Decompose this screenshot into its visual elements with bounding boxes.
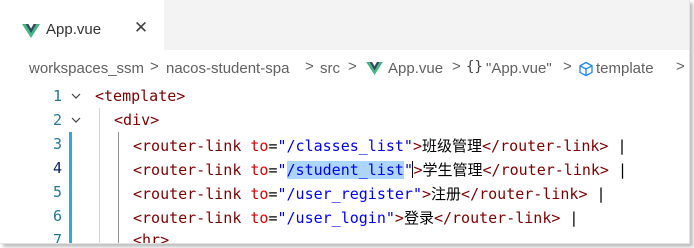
tag-bracket: < [133,209,143,227]
tag-bracket: > [412,137,422,155]
code-content: <router-link to="/user_login">登录</router… [133,207,578,228]
attribute-name: to [250,161,269,179]
line-number: 1 [52,87,62,105]
close-icon[interactable]: ✕ [132,19,150,37]
attribute-equals: = [268,209,278,227]
tag-bracket: > [176,87,186,105]
tag-bracket: < [133,231,143,244]
breadcrumb-item-template[interactable]: template [596,60,654,77]
pipe-separator: | [608,161,628,179]
tab-bar: App.vue ✕ [0,0,689,50]
attribute-equals: = [268,161,278,179]
breadcrumb-item-component[interactable]: "App.vue" [486,60,552,77]
editor-window: App.vue ✕ workspaces_ssm > nacos-student… [0,0,690,244]
pipe-separator: | [560,209,579,227]
line-number: 6 [52,207,62,225]
link-text: 登录 [403,209,434,227]
breadcrumb-separator: > [348,58,357,75]
attribute-value: "/classes_list" [277,137,413,155]
end-tag: </router-link> [461,185,588,203]
code-line[interactable]: 1 <template> [0,84,689,108]
pipe-separator: | [587,185,606,203]
code-line[interactable]: 7 <hr> [0,228,689,244]
tag-bracket: > [394,209,404,227]
pipe-separator: | [608,137,627,155]
code-content: <template> [95,87,185,105]
tag-bracket: > [413,161,423,179]
line-number: 5 [52,183,62,201]
code-content: <router-link to="/user_register">注册</rou… [133,183,606,204]
tag-bracket: < [133,137,143,155]
attribute-value: "/user_register" [277,185,423,203]
code-line[interactable]: 6 <router-link to="/user_login">登录</rout… [0,204,689,228]
code-content: <router-link to="/classes_list">班级管理</ro… [133,135,627,156]
tag-bracket: < [114,111,124,129]
breadcrumb-item-src[interactable]: src [320,60,340,77]
code-content: <hr> [133,231,170,244]
attribute-name: to [250,185,269,203]
vue-file-icon [366,62,383,75]
tag-bracket: < [95,87,105,105]
breadcrumb: workspaces_ssm > nacos-student-spa > src… [0,54,689,82]
code-line[interactable]: 3 <router-link to="/classes_list">班级管理</… [0,132,689,156]
end-tag: </router-link> [482,137,609,155]
end-tag: </router-link> [433,209,561,227]
code-content: <router-link to="/student_list">学生管理</ro… [133,159,627,180]
tag-name: template [104,87,177,105]
breadcrumb-separator: > [305,58,314,75]
breadcrumb-separator: > [563,58,572,75]
code-line[interactable]: 2 <div> [0,108,689,132]
attribute-equals: = [268,137,278,155]
breadcrumb-separator: > [452,58,461,75]
tag-name: router-link [142,161,242,179]
tag-name: router-link [142,185,242,203]
vue-file-icon [22,24,40,38]
code-content: <div> [114,111,159,129]
tab-label: App.vue [46,21,102,38]
chevron-down-icon[interactable] [70,90,82,102]
tag-name: div [123,111,151,129]
end-tag: </router-link> [482,161,609,179]
tag-bracket: < [133,185,143,203]
line-number: 7 [52,231,62,244]
line-number: 3 [52,135,62,153]
braces-icon: {} [466,59,483,75]
tag-bracket: > [422,185,432,203]
attribute-value: "/user_login" [277,209,395,227]
code-line-current[interactable]: 4 <router-link to="/student_list">学生管理</… [0,156,689,180]
breadcrumb-item-file[interactable]: App.vue [388,60,443,77]
attribute-name: to [250,209,269,227]
tag-bracket: < [133,161,143,179]
chevron-down-icon[interactable] [70,114,82,126]
breadcrumb-overflow[interactable]: > [676,58,685,75]
tag-name: hr [142,231,161,244]
code-editor[interactable]: 1 <template> 2 <div> 3 <router-link to="… [0,84,689,244]
breadcrumb-separator: > [150,58,159,75]
tab-app-vue[interactable]: App.vue ✕ [0,0,164,50]
attribute-value-quote: " [277,161,287,179]
link-text: 学生管理 [422,161,483,179]
breadcrumb-item-project[interactable]: nacos-student-spa [166,60,289,77]
tag-bracket: > [160,231,170,244]
line-number: 2 [52,111,62,129]
link-text: 班级管理 [422,137,483,155]
link-text: 注册 [431,185,462,203]
text-selection[interactable]: /student_list [286,161,404,179]
attribute-equals: = [268,185,278,203]
tag-bracket: > [150,111,160,129]
cube-icon [579,61,593,77]
attribute-name: to [250,137,269,155]
tag-name: router-link [142,137,242,155]
tag-name: router-link [142,209,242,227]
breadcrumb-item-workspace[interactable]: workspaces_ssm [29,60,144,77]
code-line[interactable]: 5 <router-link to="/user_register">注册</r… [0,180,689,204]
line-number: 4 [52,159,62,177]
